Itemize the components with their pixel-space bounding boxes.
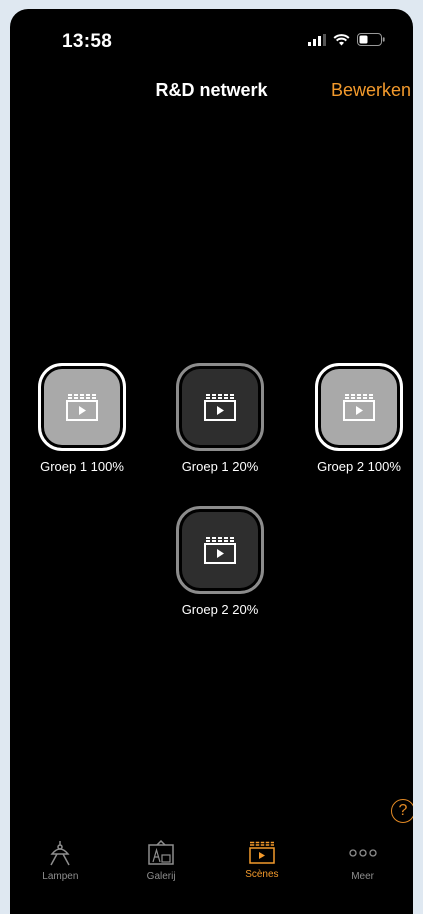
scene-label: Groep 2 20% <box>181 602 259 617</box>
scene-clapper-icon <box>204 537 236 564</box>
scene-clapper-icon <box>249 841 275 864</box>
tab-label: Scènes <box>245 869 279 880</box>
scene-clapper-icon <box>66 394 98 421</box>
help-icon: ? <box>398 802 408 819</box>
tab-label: Galerij <box>146 871 176 882</box>
lamp-icon <box>50 841 71 866</box>
scene-tile[interactable] <box>176 506 264 594</box>
app-screen: 13:58 R&D netwerk Bewerken Groep 1 100% … <box>10 9 413 914</box>
tab-galerij[interactable]: Galerij <box>111 834 212 914</box>
scene-tile[interactable] <box>38 363 126 451</box>
scene-tile[interactable] <box>315 363 403 451</box>
status-time: 13:58 <box>62 31 113 52</box>
more-dots-icon <box>348 849 377 857</box>
help-button[interactable]: ? <box>391 799 413 823</box>
scene-item[interactable]: Groep 2 100% <box>289 363 413 474</box>
scene-tile[interactable] <box>176 363 264 451</box>
status-icons <box>308 33 385 46</box>
tab-label: Meer <box>351 871 375 882</box>
gallery-icon <box>148 840 174 865</box>
scene-label: Groep 2 100% <box>317 459 401 474</box>
scene-item[interactable]: Groep 1 20% <box>150 363 290 474</box>
scene-label: Groep 1 100% <box>40 459 124 474</box>
scene-clapper-icon <box>343 394 375 421</box>
scene-item[interactable]: Groep 1 100% <box>12 363 152 474</box>
wifi-icon <box>333 33 350 45</box>
tab-bar: Lampen Galerij Scènes Meer <box>10 834 413 914</box>
scene-label: Groep 1 20% <box>181 459 259 474</box>
tab-lampen[interactable]: Lampen <box>10 834 111 914</box>
battery-icon <box>357 33 385 46</box>
tab-scenes[interactable]: Scènes <box>212 834 313 914</box>
scene-item[interactable]: Groep 2 20% <box>150 506 290 617</box>
edit-button[interactable]: Bewerken <box>331 80 411 101</box>
cellular-signal-icon <box>308 33 326 46</box>
tab-label: Lampen <box>42 871 79 882</box>
tab-meer[interactable]: Meer <box>312 834 413 914</box>
scene-clapper-icon <box>204 394 236 421</box>
